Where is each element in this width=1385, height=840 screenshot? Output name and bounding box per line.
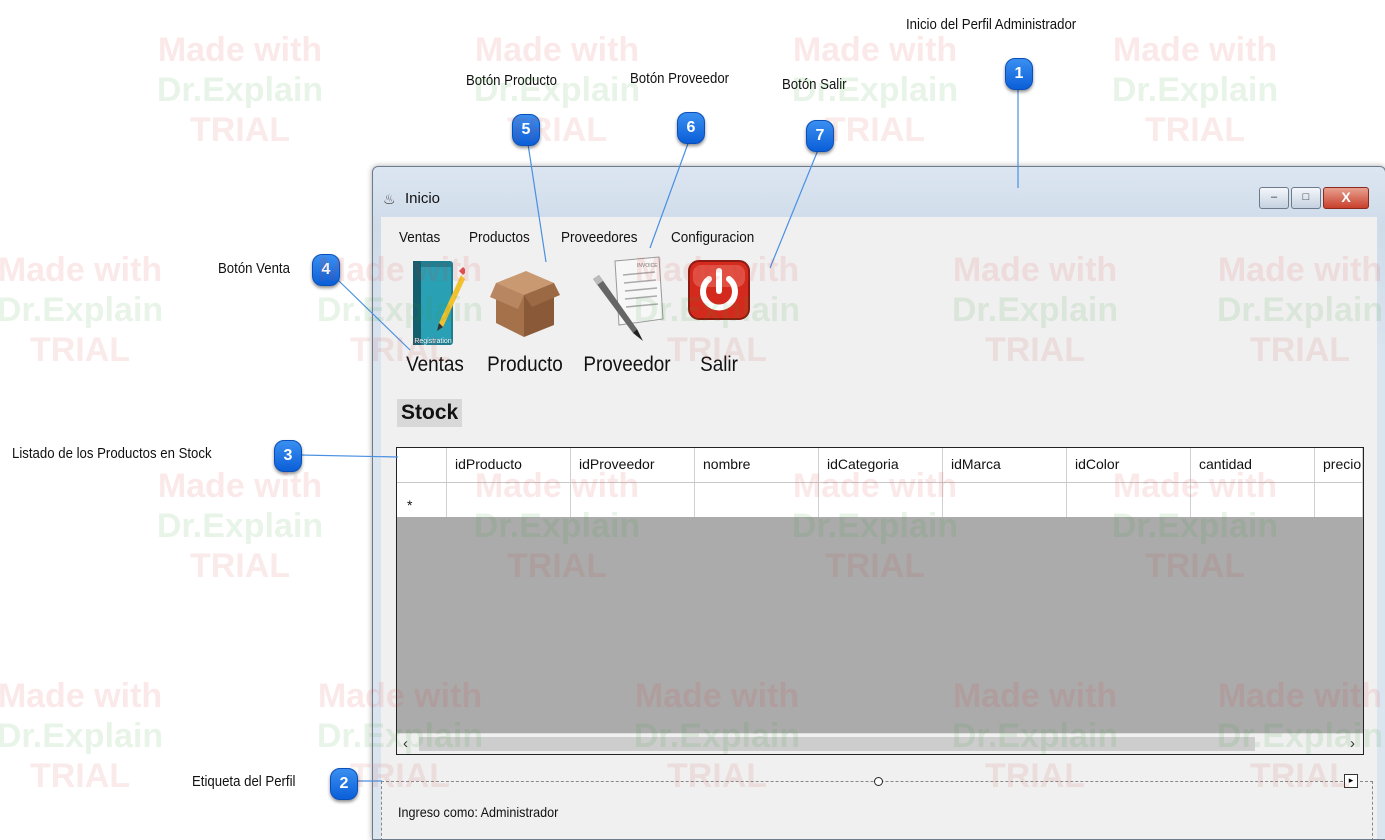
stock-grid[interactable]: idProducto idProveedor nombre idCategori…: [396, 447, 1364, 755]
producto-label: Producto: [487, 353, 563, 376]
horizontal-scrollbar[interactable]: ‹ ›: [397, 733, 1363, 754]
callout-badge-3: 3: [274, 440, 302, 472]
table-cell[interactable]: [1315, 483, 1363, 517]
producto-button[interactable]: Producto: [477, 253, 573, 383]
column-header[interactable]: idColor: [1067, 448, 1191, 482]
callout-badge-2: 2: [330, 768, 358, 800]
callout-label-2: Etiqueta del Perfil: [192, 773, 296, 790]
scroll-right-icon[interactable]: ›: [1350, 735, 1355, 752]
column-header[interactable]: cantidad: [1191, 448, 1315, 482]
grid-header: idProducto idProveedor nombre idCategori…: [397, 448, 1363, 483]
grid-corner[interactable]: [397, 448, 447, 482]
menu-proveedores[interactable]: Proveedores: [561, 229, 638, 246]
svg-text:Registration: Registration: [414, 338, 451, 345]
invoice-icon: INVOICE: [593, 256, 664, 341]
watermark: Made withDr.ExplainTRIAL: [156, 31, 324, 149]
menu-ventas[interactable]: Ventas: [399, 229, 440, 246]
window-title: Inicio: [405, 190, 441, 207]
toolbar: Registration Ventas Producto INVOICE Pro…: [381, 253, 1377, 385]
proveedor-button[interactable]: INVOICE Proveedor: [577, 253, 677, 383]
box-icon: [490, 271, 560, 337]
watermark: Made withDr.ExplainTRIAL: [1111, 31, 1279, 149]
watermark: Made withDr.ExplainTRIAL: [473, 31, 641, 149]
callout-label-3: Listado de los Productos en Stock: [12, 445, 212, 462]
column-header[interactable]: idMarca: [943, 448, 1067, 482]
table-cell[interactable]: [943, 483, 1067, 517]
column-header[interactable]: idCategoria: [819, 448, 943, 482]
callout-label-6: Botón Proveedor: [630, 70, 730, 87]
callout-badge-1: 1: [1005, 58, 1033, 90]
resize-grip-icon[interactable]: ▸: [1344, 774, 1358, 788]
scroll-left-icon[interactable]: ‹: [403, 735, 408, 752]
callout-label-5: Botón Producto: [466, 72, 557, 89]
callout-label-7: Botón Salir: [782, 76, 847, 93]
table-cell[interactable]: [571, 483, 695, 517]
stock-title: Stock: [397, 399, 463, 427]
maximize-button[interactable]: □: [1291, 187, 1321, 209]
column-header[interactable]: nombre: [695, 448, 819, 482]
callout-badge-4: 4: [312, 254, 340, 286]
ventas-label: Ventas: [406, 353, 464, 376]
proveedor-label: Proveedor: [583, 353, 671, 376]
callout-badge-7: 7: [806, 120, 834, 152]
client-area: Ventas Productos Proveedores Configuraci…: [381, 217, 1377, 839]
callout-label-4: Botón Venta: [218, 260, 290, 277]
status-bar: ▸ Ingreso como: Administrador: [381, 774, 1373, 839]
title-bar[interactable]: ♨ Inicio – □ X: [373, 167, 1385, 213]
java-app-icon: ♨: [383, 191, 396, 207]
salir-button[interactable]: Salir: [679, 253, 759, 383]
watermark: Made withDr.ExplainTRIAL: [156, 467, 324, 585]
menu-bar: Ventas Productos Proveedores Configuraci…: [381, 217, 1377, 253]
table-row[interactable]: *: [397, 483, 1363, 517]
watermark: Made withDr.ExplainTRIAL: [0, 677, 164, 795]
table-cell[interactable]: [1067, 483, 1191, 517]
callout-label-1: Inicio del Perfil Administrador: [906, 16, 1077, 33]
ventas-button[interactable]: Registration Ventas: [395, 253, 475, 383]
resize-handle[interactable]: [874, 777, 883, 786]
callout-badge-5: 5: [512, 114, 540, 146]
close-button[interactable]: X: [1323, 187, 1369, 209]
column-header[interactable]: idProducto: [447, 448, 571, 482]
salir-label: Salir: [700, 353, 738, 376]
minimize-button[interactable]: –: [1259, 187, 1289, 209]
menu-productos[interactable]: Productos: [469, 229, 530, 246]
table-cell[interactable]: [447, 483, 571, 517]
power-icon: [688, 260, 750, 320]
svg-text:INVOICE: INVOICE: [637, 263, 658, 269]
profile-label: Ingreso como: Administrador: [398, 804, 559, 820]
registration-book-icon: Registration: [413, 261, 465, 345]
watermark: Made withDr.ExplainTRIAL: [0, 251, 164, 369]
scroll-thumb[interactable]: [419, 737, 1255, 751]
column-header[interactable]: precio: [1315, 448, 1363, 482]
menu-configuracion[interactable]: Configuracion: [671, 229, 754, 246]
app-window: ♨ Inicio – □ X Ventas Productos Proveedo…: [372, 166, 1385, 840]
table-cell[interactable]: [1191, 483, 1315, 517]
new-row-marker: *: [397, 483, 447, 517]
table-cell[interactable]: [695, 483, 819, 517]
table-cell[interactable]: [819, 483, 943, 517]
column-header[interactable]: idProveedor: [571, 448, 695, 482]
callout-badge-6: 6: [677, 112, 705, 144]
